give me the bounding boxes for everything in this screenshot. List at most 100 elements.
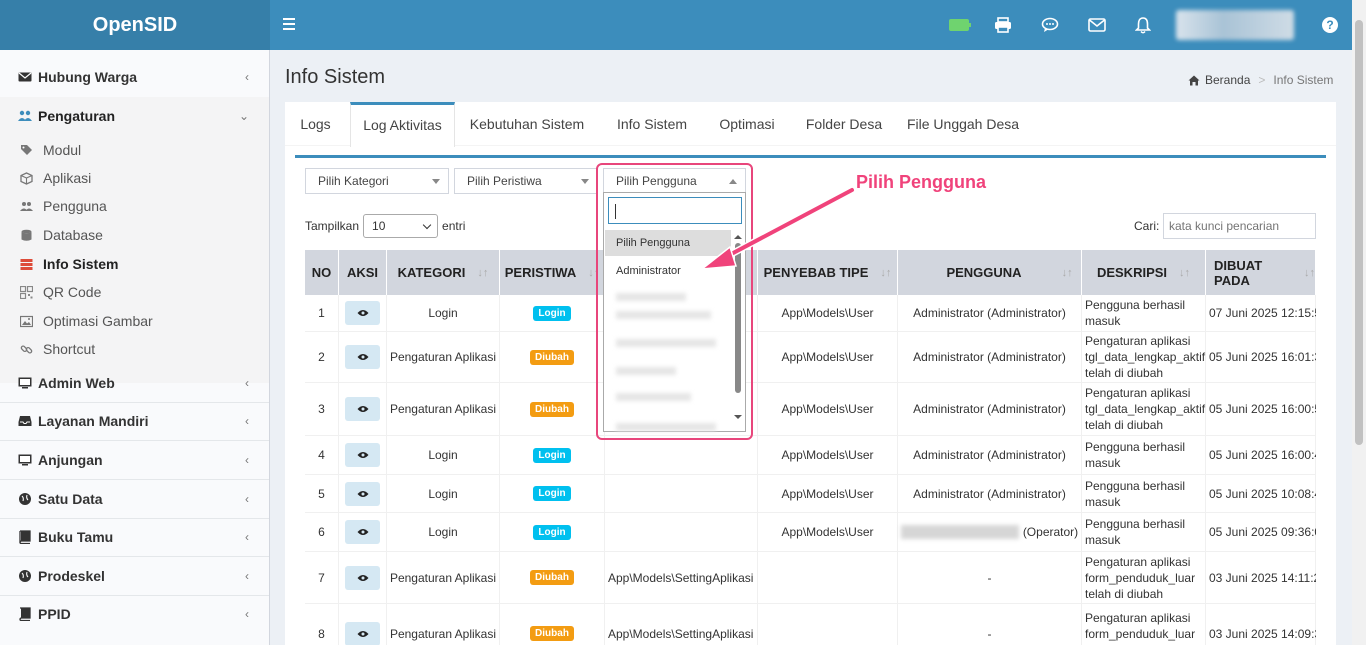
table-cell-tipe: App\Models\User — [758, 332, 898, 382]
view-detail-button[interactable] — [345, 345, 380, 369]
print-icon[interactable] — [992, 14, 1014, 36]
chevron-left-icon: ‹ — [245, 569, 249, 583]
redacted-username — [900, 525, 1019, 539]
sidebar-subitem-pengguna[interactable]: Pengguna — [0, 192, 269, 220]
table-cell-tipe: App\Models\User — [758, 475, 898, 512]
table-cell-no: 6 — [305, 513, 339, 551]
user-menu[interactable] — [1176, 10, 1294, 40]
table-cell-deskripsi: Pengguna berhasil masuk — [1082, 475, 1206, 512]
view-detail-button[interactable] — [345, 481, 380, 506]
view-detail-button[interactable] — [345, 397, 380, 421]
table-cell-deskripsi: Pengaturan aplikasi tgl_data_lengkap_akt… — [1082, 332, 1206, 382]
tab-info-sistem[interactable]: Info Sistem — [597, 102, 707, 146]
sidebar-subitem-modul[interactable]: Modul — [0, 136, 269, 164]
table-cell-kategori: Login — [387, 436, 500, 474]
search-input[interactable] — [1163, 213, 1316, 239]
table-cell-no: 3 — [305, 383, 339, 435]
annotation-label: Pilih Pengguna — [856, 172, 987, 192]
sort-icon: ↓↑ — [477, 266, 489, 279]
table-cell-dibuat: 05 Juni 2025 16:01:3 — [1206, 332, 1316, 382]
monitor-icon — [18, 454, 32, 466]
page-scrollbar[interactable] — [1352, 0, 1366, 645]
show-label: Tampilkan — [305, 219, 360, 233]
eye-icon — [357, 452, 368, 458]
view-detail-button[interactable] — [345, 565, 380, 590]
tab-folder-desa[interactable]: Folder Desa — [791, 102, 897, 146]
app-logo[interactable]: OpenSID — [0, 0, 270, 50]
column-header-dibuat-pada[interactable]: DIBUAT PADA ↓↑ — [1206, 250, 1316, 295]
sidebar-subitem-qr-code[interactable]: QR Code — [0, 278, 269, 306]
battery-icon[interactable] — [948, 14, 971, 36]
sidebar-item-admin-web[interactable]: Admin Web ‹ — [0, 364, 269, 402]
view-detail-button[interactable] — [345, 443, 380, 467]
table-cell-text: 2 — [318, 350, 325, 364]
tab-optimasi[interactable]: Optimasi — [707, 102, 787, 146]
chevron-left-icon: ‹ — [245, 70, 249, 84]
image-icon — [20, 315, 33, 327]
table-row: 2 Pengaturan Aplikasi Diubah App\Models\Use… — [305, 332, 1316, 383]
table-cell-text: App\Models\SettingAplikasi — [608, 626, 754, 641]
status-badge: Login — [533, 447, 571, 463]
sidebar-subitem-database[interactable]: Database — [0, 221, 269, 249]
column-header-kategori[interactable]: KATEGORI ↓↑ — [387, 250, 500, 295]
sidebar-item-label: Hubung Warga — [38, 69, 138, 85]
table-cell-penyebab: App\Models\SettingAplikasi — [605, 604, 758, 645]
kategori-select-value: Pilih Kategori — [318, 174, 389, 188]
tab-logs[interactable]: Logs — [285, 102, 346, 146]
sort-icon: ↓↑ — [880, 266, 892, 279]
table-row: 8 Pengaturan Aplikasi Diubah App\Models\Set… — [305, 604, 1316, 645]
sidebar-item-buku-tamu[interactable]: Buku Tamu ‹ — [0, 518, 269, 556]
table-cell-aksi — [339, 604, 387, 645]
view-detail-button[interactable] — [345, 621, 380, 645]
table-cell-penyebab — [605, 475, 758, 512]
caret-down-icon — [581, 179, 589, 184]
table-cell-no: 4 — [305, 436, 339, 474]
page-length-select[interactable]: 10 — [363, 214, 439, 238]
sidebar-item-label: Pengaturan — [38, 108, 116, 124]
table-cell-text: 05 Juni 2025 10:08:4 — [1209, 486, 1316, 501]
table-cell-kategori: Login — [387, 475, 500, 512]
tab-log-aktivitas[interactable]: Log Aktivitas — [350, 102, 455, 147]
tab-file-unggah-desa[interactable]: File Unggah Desa — [899, 102, 1027, 146]
tab-kebutuhan-sistem[interactable]: Kebutuhan Sistem — [457, 102, 597, 146]
peristiwa-select[interactable]: Pilih Peristiwa — [454, 168, 598, 194]
bell-icon[interactable] — [1132, 14, 1154, 36]
table-cell-aksi — [339, 295, 387, 331]
breadcrumb-home-link[interactable]: Beranda — [1205, 73, 1250, 87]
chat-icon[interactable] — [1039, 14, 1061, 36]
eye-icon — [357, 406, 368, 412]
sidebar-item-pengaturan[interactable]: Pengaturan ⌄ — [0, 97, 269, 135]
sidebar-item-prodeskel[interactable]: Prodeskel ‹ — [0, 557, 269, 595]
status-badge: Diubah — [530, 349, 574, 365]
sidebar-item-layanan-mandiri[interactable]: Layanan Mandiri ‹ — [0, 402, 269, 440]
sidebar-item-anjungan[interactable]: Anjungan ‹ — [0, 441, 269, 479]
kategori-select[interactable]: Pilih Kategori — [305, 168, 449, 194]
column-header-no[interactable]: NO — [305, 250, 339, 295]
sidebar-subitem-aplikasi[interactable]: Aplikasi — [0, 164, 269, 192]
peristiwa-select-value: Pilih Peristiwa — [467, 174, 542, 188]
table-cell-dibuat: 05 Juni 2025 16:00:5 — [1206, 383, 1316, 435]
table-cell-peristiwa: Diubah — [500, 383, 605, 435]
sidebar-item-satu-data[interactable]: Satu Data ‹ — [0, 480, 269, 518]
table-cell-peristiwa: Login — [500, 475, 605, 512]
view-detail-button[interactable] — [345, 520, 380, 544]
sidebar-subitem-optimasi-gambar[interactable]: Optimasi Gambar — [0, 307, 269, 335]
sidebar-item-ppid[interactable]: PPID ‹ — [0, 595, 269, 633]
sidebar-toggle-button[interactable] — [283, 15, 299, 35]
mail-icon[interactable] — [1086, 14, 1108, 36]
table-cell-text: App\Models\User — [781, 486, 874, 501]
help-icon[interactable]: ? — [1319, 14, 1341, 36]
sidebar-subitem-info-sistem[interactable]: Info Sistem — [0, 250, 269, 278]
sidebar-subitem-shortcut[interactable]: Shortcut — [0, 335, 269, 363]
status-badge: Diubah — [530, 401, 574, 417]
column-header-pengguna[interactable]: PENGGUNA ↓↑ — [898, 250, 1082, 295]
sidebar-item-hubung-warga[interactable]: Hubung Warga ‹ — [0, 58, 269, 96]
table-cell-text: Pengguna berhasil masuk — [1085, 517, 1186, 547]
view-detail-button[interactable] — [345, 301, 380, 325]
column-header-deskripsi[interactable]: DESKRIPSI ↓↑ — [1082, 250, 1206, 295]
table-row: 3 Pengaturan Aplikasi Diubah App\Models\Use… — [305, 383, 1316, 436]
column-header-peristiwa[interactable]: PERISTIWA ↓↑ — [500, 250, 605, 295]
table-cell-text: Pengaturan aplikasi form_penduduk_luar t… — [1085, 554, 1196, 601]
cube-icon — [20, 171, 33, 185]
table-cell-text: Pengaturan Aplikasi — [389, 402, 497, 416]
